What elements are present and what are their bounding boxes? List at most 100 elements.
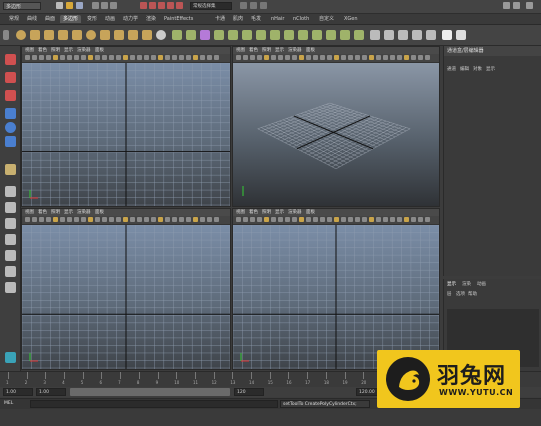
shelf-tab[interactable]: 渲染 xyxy=(143,15,159,23)
viewport-tool-icon[interactable] xyxy=(313,217,318,222)
graph-layout-icon[interactable] xyxy=(5,266,16,277)
viewport-tool-icon[interactable] xyxy=(102,217,107,222)
menu-renderer[interactable]: 渲染器 xyxy=(288,47,302,54)
viewport-tool-icon[interactable] xyxy=(88,217,93,222)
mirror-icon[interactable] xyxy=(354,30,364,40)
menu-show[interactable]: 显示 xyxy=(64,209,73,216)
viewport-tool-icon[interactable] xyxy=(236,55,241,60)
layout-four-pane-icon[interactable] xyxy=(5,202,16,213)
poly-plane-icon[interactable] xyxy=(72,30,82,40)
viewport-tool-icon[interactable] xyxy=(53,55,58,60)
render-settings-icon[interactable] xyxy=(260,2,267,9)
viewport-tool-icon[interactable] xyxy=(95,55,100,60)
layer-tab-render[interactable]: 渲染 xyxy=(462,281,471,287)
selection-set-field[interactable]: 常规选择集 xyxy=(190,2,232,10)
menu-view[interactable]: 视图 xyxy=(236,209,245,216)
viewport-tool-icon[interactable] xyxy=(411,217,416,222)
open-scene-icon[interactable] xyxy=(66,2,73,9)
viewport-tool-icon[interactable] xyxy=(102,55,107,60)
viewport-tool-icon[interactable] xyxy=(299,217,304,222)
select-component-icon[interactable] xyxy=(110,2,117,9)
viewport-tool-icon[interactable] xyxy=(60,217,65,222)
viewport-tool-icon[interactable] xyxy=(425,217,430,222)
command-history[interactable]: setToolTo CreatePolyCylinderCtx; xyxy=(280,400,370,408)
viewport-tool-icon[interactable] xyxy=(418,55,423,60)
viewport-tool-icon[interactable] xyxy=(278,217,283,222)
select-object-icon[interactable] xyxy=(101,2,108,9)
extrude-icon[interactable] xyxy=(214,30,224,40)
viewport-tool-icon[interactable] xyxy=(271,55,276,60)
poly-torus-icon[interactable] xyxy=(86,30,96,40)
viewport-tool-icon[interactable] xyxy=(327,217,332,222)
viewport-tool-icon[interactable] xyxy=(116,55,121,60)
viewport-tool-icon[interactable] xyxy=(362,55,367,60)
viewport-tool-icon[interactable] xyxy=(179,55,184,60)
channel-menu-channels[interactable]: 通道 xyxy=(447,66,456,72)
save-scene-icon[interactable] xyxy=(76,2,83,9)
viewport-canvas[interactable] xyxy=(22,225,230,369)
viewport-tool-icon[interactable] xyxy=(313,55,318,60)
viewport-tool-icon[interactable] xyxy=(341,217,346,222)
poly-cylinder-icon[interactable] xyxy=(44,30,54,40)
bevel-icon[interactable] xyxy=(312,30,322,40)
scale-tool-icon[interactable] xyxy=(5,136,16,147)
viewport-tool-icon[interactable] xyxy=(362,217,367,222)
checker-icon[interactable] xyxy=(442,30,452,40)
viewport-tool-icon[interactable] xyxy=(74,55,79,60)
viewport-tool-icon[interactable] xyxy=(257,217,262,222)
viewport-tool-icon[interactable] xyxy=(397,217,402,222)
viewport-tool-icon[interactable] xyxy=(341,55,346,60)
viewport-tool-icon[interactable] xyxy=(109,217,114,222)
fill-hole-icon[interactable] xyxy=(256,30,266,40)
viewport-tool-icon[interactable] xyxy=(67,55,72,60)
viewport-tool-icon[interactable] xyxy=(369,217,374,222)
menu-show[interactable]: 显示 xyxy=(64,47,73,54)
viewport-tool-icon[interactable] xyxy=(383,217,388,222)
viewport-tool-icon[interactable] xyxy=(81,217,86,222)
hypershade-layout-icon[interactable] xyxy=(5,282,16,293)
uv-automatic-icon[interactable] xyxy=(426,30,436,40)
viewport-tool-icon[interactable] xyxy=(390,217,395,222)
viewport-tool-icon[interactable] xyxy=(327,55,332,60)
viewport-tool-icon[interactable] xyxy=(172,55,177,60)
viewport-canvas[interactable] xyxy=(233,225,439,369)
poly-sphere-icon[interactable] xyxy=(16,30,26,40)
insert-edge-loop-icon[interactable] xyxy=(284,30,294,40)
viewport-tool-icon[interactable] xyxy=(165,55,170,60)
menu-lighting[interactable]: 照明 xyxy=(51,209,60,216)
poly-pyramid-icon[interactable] xyxy=(114,30,124,40)
rotate-tool-icon[interactable] xyxy=(5,122,16,133)
settings-icon[interactable] xyxy=(526,2,533,9)
viewport-tool-icon[interactable] xyxy=(95,217,100,222)
shelf-tab[interactable]: 曲面 xyxy=(42,15,58,23)
viewport-tool-icon[interactable] xyxy=(130,217,135,222)
viewport-tool-icon[interactable] xyxy=(299,55,304,60)
snap-live-icon[interactable] xyxy=(176,2,183,9)
viewport-top[interactable]: 视图 着色 照明 显示 渲染器 面板 xyxy=(21,46,231,207)
shelf-tab[interactable]: PaintEffects xyxy=(161,15,196,23)
viewport-tool-icon[interactable] xyxy=(271,217,276,222)
uv-spherical-icon[interactable] xyxy=(412,30,422,40)
viewport-tool-icon[interactable] xyxy=(158,217,163,222)
viewport-tool-icon[interactable] xyxy=(123,55,128,60)
layer-tab-display[interactable]: 显示 xyxy=(447,281,456,287)
viewport-tool-icon[interactable] xyxy=(137,55,142,60)
viewport-canvas[interactable] xyxy=(22,63,230,206)
viewport-tool-icon[interactable] xyxy=(186,55,191,60)
shelf-tab[interactable]: nHair xyxy=(268,15,287,23)
layer-menu-layers[interactable]: 层 xyxy=(447,291,452,297)
viewport-tool-icon[interactable] xyxy=(46,217,51,222)
layout-four-icon[interactable] xyxy=(513,2,520,9)
viewport-tool-icon[interactable] xyxy=(243,217,248,222)
viewport-tool-icon[interactable] xyxy=(123,217,128,222)
viewport-tool-icon[interactable] xyxy=(243,55,248,60)
viewport-tool-icon[interactable] xyxy=(32,217,37,222)
shelf-tab[interactable]: 曲线 xyxy=(24,15,40,23)
new-scene-icon[interactable] xyxy=(56,2,63,9)
uv-cylindrical-icon[interactable] xyxy=(398,30,408,40)
viewport-tool-icon[interactable] xyxy=(348,55,353,60)
menu-panels[interactable]: 面板 xyxy=(95,47,104,54)
shelf-menu-icon[interactable] xyxy=(3,30,9,40)
viewport-tool-icon[interactable] xyxy=(179,217,184,222)
command-input[interactable] xyxy=(30,400,278,408)
